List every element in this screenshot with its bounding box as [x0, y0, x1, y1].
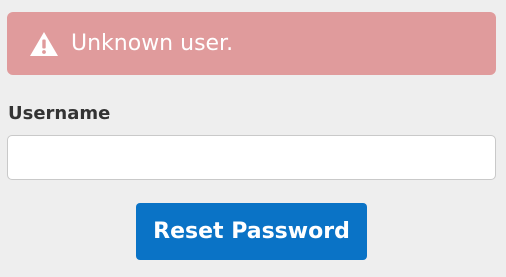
warning-triangle-icon	[29, 31, 59, 57]
username-input[interactable]	[7, 135, 496, 180]
error-alert: Unknown user.	[7, 12, 496, 75]
reset-password-button[interactable]: Reset Password	[136, 203, 367, 260]
alert-message: Unknown user.	[71, 30, 234, 56]
username-label: Username	[8, 103, 111, 124]
